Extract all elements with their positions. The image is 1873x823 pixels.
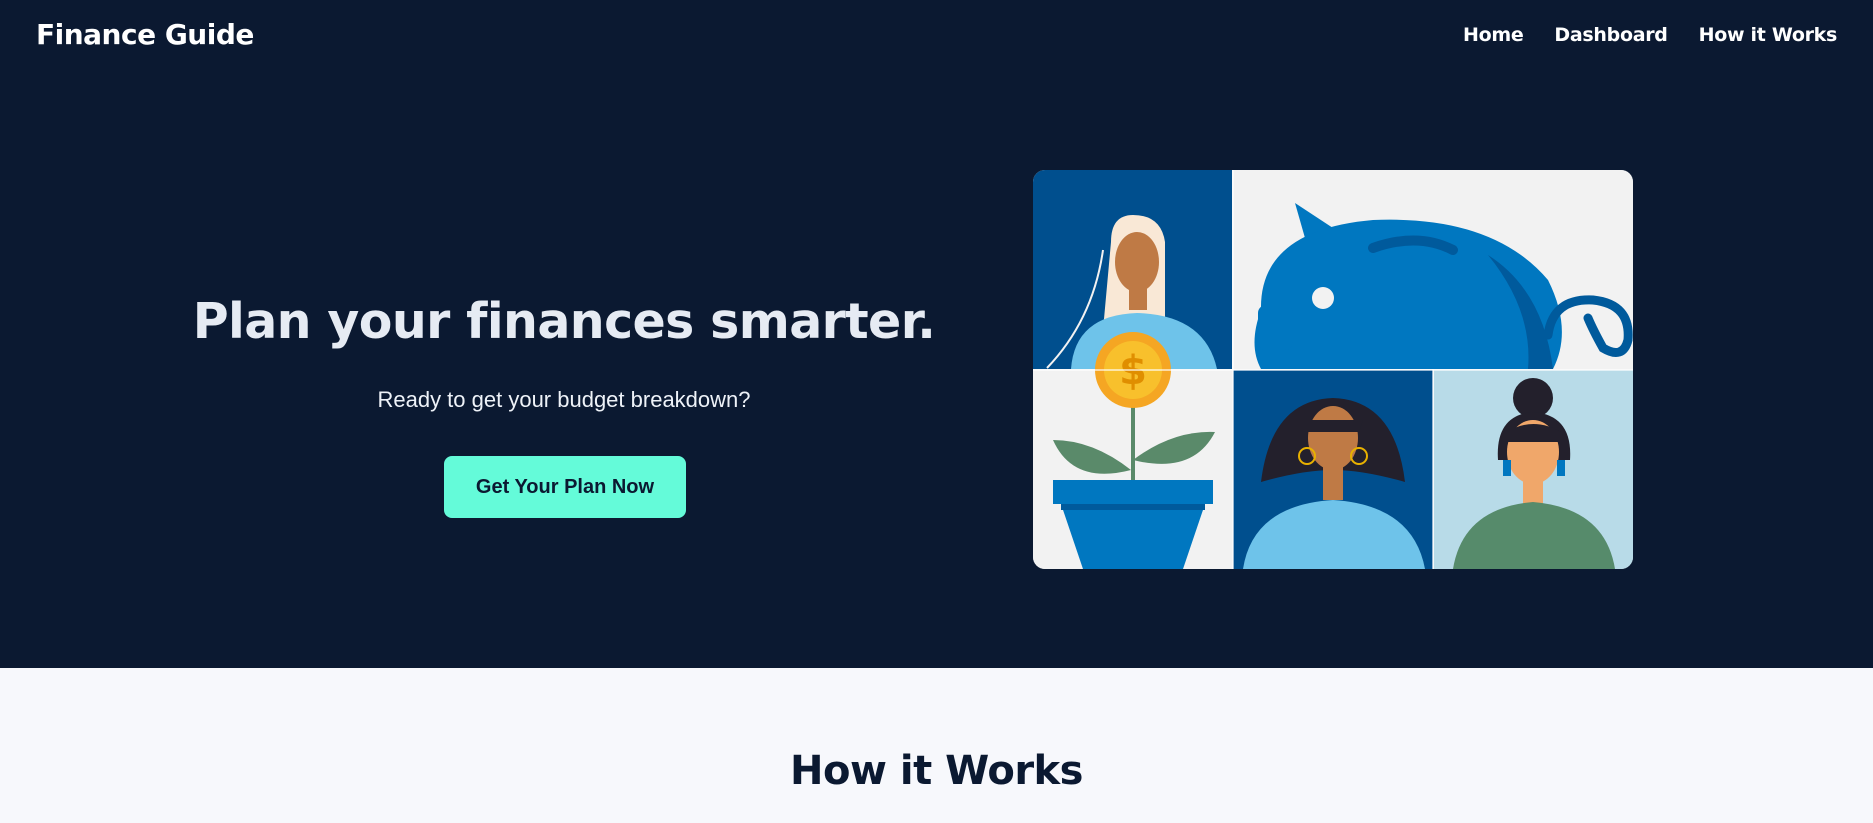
hero-title: Plan your finances smarter. bbox=[192, 293, 936, 350]
nav-link-dashboard[interactable]: Dashboard bbox=[1554, 24, 1667, 46]
woman-earrings-illustration bbox=[1233, 370, 1433, 569]
finance-collage-illustration: $ bbox=[1033, 170, 1633, 569]
nav-link-home[interactable]: Home bbox=[1463, 24, 1524, 46]
nav-links: Home Dashboard How it Works bbox=[1463, 24, 1837, 46]
hero-section: Finance Guide Home Dashboard How it Work… bbox=[0, 0, 1873, 668]
get-plan-button[interactable]: Get Your Plan Now bbox=[444, 456, 686, 518]
how-it-works-heading: How it Works bbox=[790, 748, 1083, 794]
nav-link-how-it-works[interactable]: How it Works bbox=[1699, 24, 1838, 46]
navbar: Finance Guide Home Dashboard How it Work… bbox=[0, 0, 1873, 72]
piggy-bank-illustration bbox=[1233, 170, 1633, 369]
woman-bun-illustration bbox=[1434, 370, 1633, 569]
hero-subtitle: Ready to get your budget breakdown? bbox=[377, 387, 751, 412]
brand-logo[interactable]: Finance Guide bbox=[36, 18, 254, 51]
